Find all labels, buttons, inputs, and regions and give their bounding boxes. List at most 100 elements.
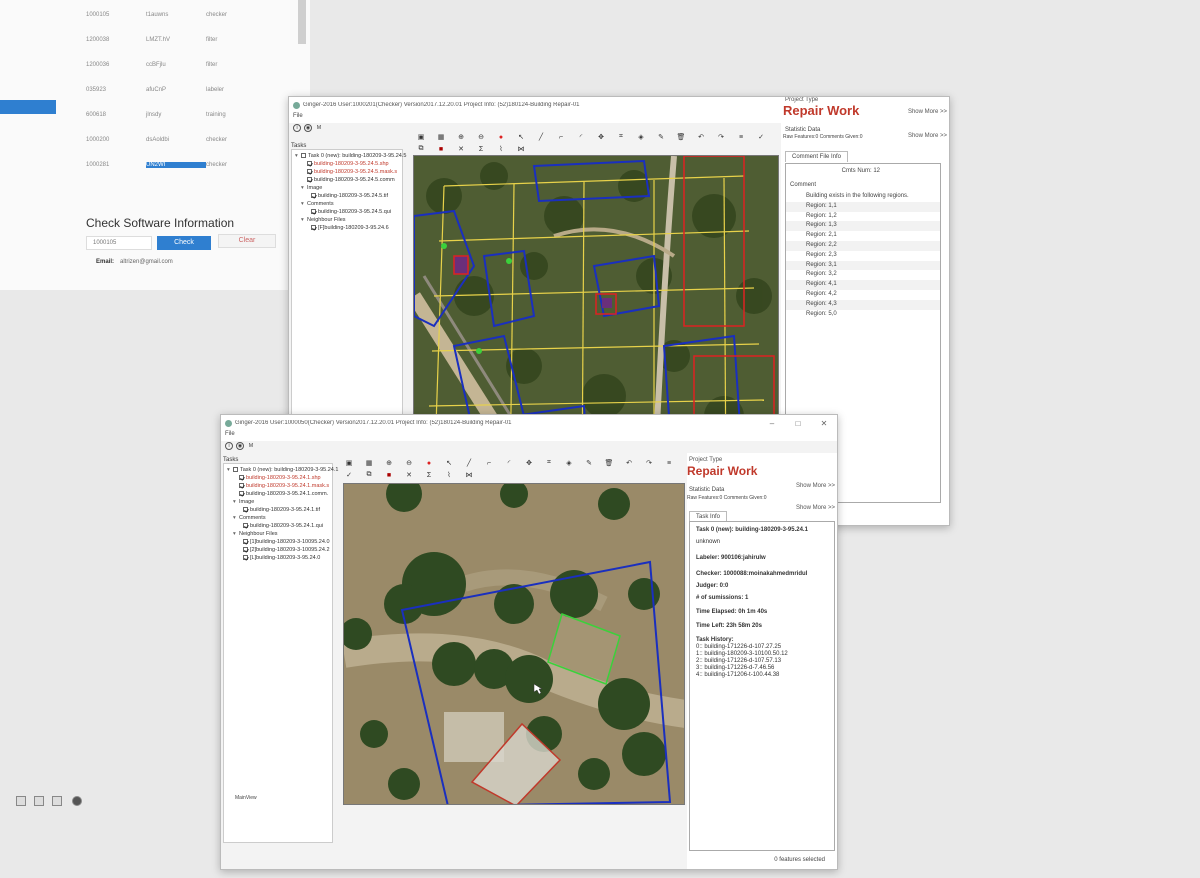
image-icon[interactable]: ▦ — [359, 457, 379, 469]
tree-neighbour-folder[interactable]: ▾ Neighbour Files — [295, 216, 399, 224]
chart-icon[interactable]: ⌇ — [439, 469, 459, 481]
arc-icon[interactable]: ◜ — [499, 457, 519, 469]
table-row[interactable]: 600618 jlnsdy training — [86, 112, 266, 118]
tree-file[interactable]: building-180209-3-95.24.1.mask.s — [227, 482, 329, 490]
chart-icon[interactable]: ⌇ — [491, 143, 511, 155]
tree-file[interactable]: building-180209-3-95.24.5.comm — [295, 176, 399, 184]
tree-neighbour-file[interactable]: [F]building-180209-3-95.24.6 — [295, 224, 399, 232]
move-icon[interactable]: ✥ — [591, 131, 611, 143]
check-id-input[interactable]: 1000105 — [86, 236, 152, 250]
tree-image-file[interactable]: building-180209-3-95.24.1.tif — [227, 506, 329, 514]
check-icon[interactable]: ✓ — [339, 469, 359, 481]
tree-comments-folder[interactable]: ▾ Comments — [295, 200, 399, 208]
show-more-link[interactable]: Show More >> — [908, 109, 947, 115]
show-more-link-2[interactable]: Show More >> — [796, 505, 835, 511]
zoom-in-icon[interactable]: ⊕ — [379, 457, 399, 469]
tree-image-folder[interactable]: ▾ Image — [295, 184, 399, 192]
close-icon[interactable]: ✕ — [811, 419, 837, 428]
taskbar-app-icon[interactable] — [16, 796, 26, 806]
m-icon[interactable]: M — [247, 442, 255, 450]
delete-icon[interactable]: 🗑 — [599, 457, 619, 469]
undo-icon[interactable]: ↶ — [619, 457, 639, 469]
record-icon[interactable]: ● — [491, 131, 511, 143]
zoom-out-icon[interactable]: ⊖ — [471, 131, 491, 143]
menu-icon[interactable]: ≡ — [731, 131, 751, 143]
zoom-in-icon[interactable]: ⊕ — [451, 131, 471, 143]
tree-comment-file[interactable]: building-180209-3-95.24.1.qui — [227, 522, 329, 530]
show-more-link-2[interactable]: Show More >> — [908, 133, 947, 139]
table-row[interactable]: 1000281 UN2WI checker — [86, 162, 266, 168]
tree-file[interactable]: building-180209-3-95.24.5.mask.s — [295, 168, 399, 176]
redo-icon[interactable]: ↷ — [639, 457, 659, 469]
clear-button[interactable]: Clear — [218, 234, 276, 248]
edit-icon[interactable]: ✎ — [651, 131, 671, 143]
taskbar-app-icon[interactable] — [72, 796, 82, 806]
table-row[interactable]: 1000105 t1auwns checker — [86, 12, 266, 18]
image-icon[interactable]: ▦ — [431, 131, 451, 143]
tree-file[interactable]: building-180209-3-95.24.5.shp — [295, 160, 399, 168]
save-icon[interactable]: ▣ — [411, 131, 431, 143]
fill-icon[interactable]: ◈ — [631, 131, 651, 143]
page-scrollbar[interactable] — [298, 0, 306, 44]
tree-neighbour-file[interactable]: [2]building-180209-3-10095.24.2 — [227, 546, 330, 554]
layers-icon[interactable]: ⧉ — [411, 143, 431, 155]
move-icon[interactable]: ✥ — [519, 457, 539, 469]
tree-neighbour-file[interactable]: [1]building-180209-3-10095.24.0 — [227, 538, 330, 546]
tree-file[interactable]: building-180209-3-95.24.1.comm. — [227, 490, 329, 498]
target-icon[interactable]: ◉ — [304, 124, 312, 132]
sigma-icon[interactable]: Σ — [471, 143, 491, 155]
redo-icon[interactable]: ↷ — [711, 131, 731, 143]
pointer-icon[interactable]: ↖ — [511, 131, 531, 143]
pointer-icon[interactable]: ↖ — [439, 457, 459, 469]
tree-task-node[interactable]: ▾ Task 0 (new): building-180209-3-95.24.1 — [227, 466, 338, 474]
crop-icon[interactable]: ⌗ — [611, 131, 631, 143]
sigma-icon[interactable]: Σ — [419, 469, 439, 481]
fill-icon[interactable]: ◈ — [559, 457, 579, 469]
layers-icon[interactable]: ⧉ — [359, 469, 379, 481]
split-icon[interactable]: ⋈ — [511, 143, 531, 155]
table-row[interactable]: 1200036 ccBFjlu filter — [86, 62, 266, 68]
menu-icon[interactable]: ≡ — [659, 457, 679, 469]
crop-icon[interactable]: ⌗ — [539, 457, 559, 469]
corner-icon[interactable]: ⌐ — [479, 457, 499, 469]
minimize-icon[interactable]: – — [759, 419, 785, 428]
check-button[interactable]: Check — [157, 236, 211, 250]
table-row[interactable]: 1000200 dsAoldbi checker — [86, 137, 266, 143]
active-menu-bar[interactable] — [0, 100, 56, 114]
line-icon[interactable]: ╱ — [459, 457, 479, 469]
maximize-icon[interactable]: □ — [785, 419, 811, 428]
window-titlebar[interactable]: Ginger-2016 User:1000050(Checker) Versio… — [221, 415, 837, 431]
tree-file[interactable]: building-180209-3-95.24.1.shp — [227, 474, 329, 482]
m-icon[interactable]: M — [315, 124, 323, 132]
taskbar-app-icon[interactable] — [52, 796, 62, 806]
delete-icon[interactable]: 🗑 — [671, 131, 691, 143]
tree-comments-folder[interactable]: ▾ Comments — [227, 514, 329, 522]
tree-neighbour-folder[interactable]: ▾ Neighbour Files — [227, 530, 329, 538]
tree-comment-file[interactable]: building-180209-3-95.24.5.qui — [295, 208, 399, 216]
tree-task-node[interactable]: ▾ Task 0 (new): building-180209-3-95.24.5 — [295, 152, 406, 160]
tree-image-folder[interactable]: ▾ Image — [227, 498, 329, 506]
split-icon[interactable]: ⋈ — [459, 469, 479, 481]
tree-image-file[interactable]: building-180209-3-95.24.5.tif — [295, 192, 399, 200]
undo-icon[interactable]: ↶ — [691, 131, 711, 143]
map-canvas-front[interactable] — [343, 483, 685, 805]
show-more-link[interactable]: Show More >> — [796, 483, 835, 489]
tab-comment-file-info[interactable]: Comment File Info — [785, 151, 849, 162]
arc-icon[interactable]: ◜ — [571, 131, 591, 143]
line-icon[interactable]: ╱ — [531, 131, 551, 143]
corner-icon[interactable]: ⌐ — [551, 131, 571, 143]
target-icon[interactable]: ◉ — [236, 442, 244, 450]
stop-icon[interactable]: ■ — [379, 469, 399, 481]
cut-icon[interactable]: ✕ — [451, 143, 471, 155]
cut-icon[interactable]: ✕ — [399, 469, 419, 481]
edit-icon[interactable]: ✎ — [579, 457, 599, 469]
zoom-out-icon[interactable]: ⊖ — [399, 457, 419, 469]
stop-icon[interactable]: ■ — [431, 143, 451, 155]
table-row[interactable]: 1200038 LMZT.hV filter — [86, 37, 266, 43]
info-icon[interactable]: i — [225, 442, 233, 450]
tree-neighbour-file[interactable]: [L]building-180209-3-95.24.0 — [227, 554, 329, 562]
save-icon[interactable]: ▣ — [339, 457, 359, 469]
table-row[interactable]: 035923 afuCnP labeler — [86, 87, 266, 93]
taskbar-app-icon[interactable] — [34, 796, 44, 806]
check-icon[interactable]: ✓ — [751, 131, 771, 143]
